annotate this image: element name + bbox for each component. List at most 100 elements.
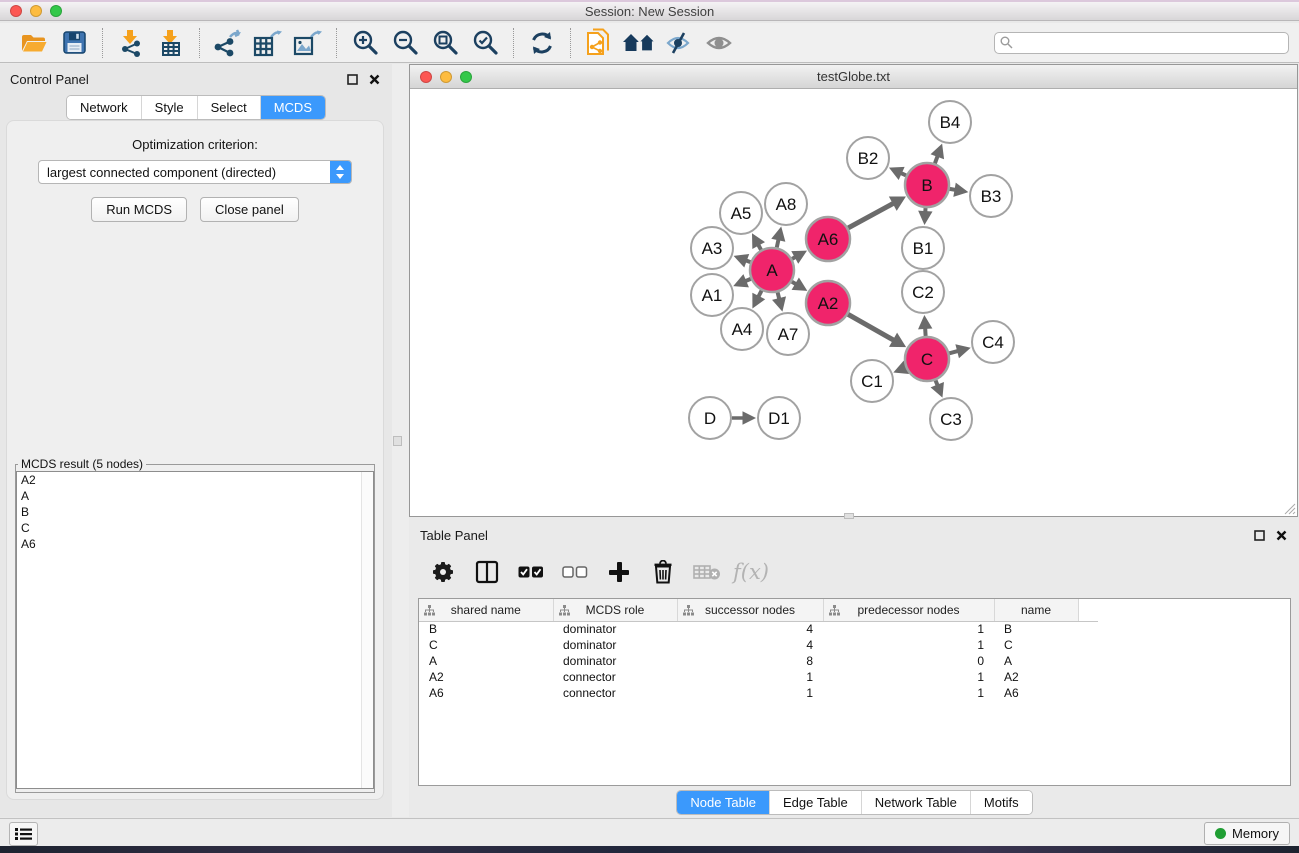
graph-node-A3[interactable]: A3 <box>691 227 733 269</box>
table-tab-edge-table[interactable]: Edge Table <box>769 791 861 814</box>
table-float-button[interactable] <box>1251 527 1267 543</box>
function-builder-button[interactable]: f(x) <box>734 556 768 588</box>
table-cell[interactable]: connector <box>553 685 677 701</box>
close-panel-button[interactable] <box>366 71 382 87</box>
zoom-out-button[interactable] <box>385 26 425 60</box>
mcds-result-item[interactable]: C <box>17 520 373 536</box>
node-table[interactable]: shared nameMCDS rolesuccessor nodesprede… <box>419 599 1098 701</box>
memory-button[interactable]: Memory <box>1204 822 1290 845</box>
minimize-window-button[interactable] <box>30 5 42 17</box>
column-header-MCDS-role[interactable]: MCDS role <box>553 599 677 621</box>
table-cell[interactable]: A2 <box>994 669 1078 685</box>
graph-node-B3[interactable]: B3 <box>970 175 1012 217</box>
table-cell[interactable]: dominator <box>553 637 677 653</box>
task-history-button[interactable] <box>9 822 38 846</box>
table-cell[interactable]: 1 <box>823 621 994 637</box>
import-table-button[interactable] <box>151 26 191 60</box>
graph-node-A5[interactable]: A5 <box>720 192 762 234</box>
delete-table-button[interactable] <box>690 556 724 588</box>
table-tab-node-table[interactable]: Node Table <box>677 791 769 814</box>
table-cell[interactable]: connector <box>553 669 677 685</box>
graph-node-C[interactable]: C <box>905 337 949 381</box>
show-all-button[interactable] <box>699 26 739 60</box>
table-row[interactable]: Cdominator41C <box>419 637 1098 653</box>
graph-node-B2[interactable]: B2 <box>847 137 889 179</box>
mcds-result-item[interactable]: A6 <box>17 536 373 552</box>
zoom-in-button[interactable] <box>345 26 385 60</box>
splitter-handle[interactable] <box>393 436 402 446</box>
table-cell[interactable]: 1 <box>823 669 994 685</box>
table-row[interactable]: Adominator80A <box>419 653 1098 669</box>
resize-grip-icon[interactable] <box>1282 501 1296 515</box>
zoom-window-button[interactable] <box>50 5 62 17</box>
export-network-button[interactable] <box>208 26 248 60</box>
close-window-button[interactable] <box>10 5 22 17</box>
zoom-selected-button[interactable] <box>465 26 505 60</box>
table-settings-button[interactable] <box>426 556 460 588</box>
mcds-result-item[interactable]: B <box>17 504 373 520</box>
table-cell[interactable]: 0 <box>823 653 994 669</box>
network-view-titlebar[interactable]: testGlobe.txt <box>410 65 1297 89</box>
mcds-result-list[interactable]: A2ABCA6 <box>16 471 374 789</box>
graph-node-C2[interactable]: C2 <box>902 271 944 313</box>
table-row[interactable]: A2connector11A2 <box>419 669 1098 685</box>
table-cell[interactable]: A <box>419 653 553 669</box>
graph-node-C1[interactable]: C1 <box>851 360 893 402</box>
table-row[interactable]: A6connector11A6 <box>419 685 1098 701</box>
graph-node-A4[interactable]: A4 <box>721 308 763 350</box>
table-row[interactable]: Bdominator41B <box>419 621 1098 637</box>
graph-node-B[interactable]: B <box>905 163 949 207</box>
graph-node-D1[interactable]: D1 <box>758 397 800 439</box>
table-cell[interactable]: A6 <box>994 685 1078 701</box>
column-header-predecessor-nodes[interactable]: predecessor nodes <box>823 599 994 621</box>
apply-layout-button[interactable] <box>522 26 562 60</box>
table-cell[interactable]: C <box>419 637 553 653</box>
frame-close-button[interactable] <box>420 71 432 83</box>
table-tab-motifs[interactable]: Motifs <box>970 791 1032 814</box>
table-cell[interactable]: 8 <box>677 653 823 669</box>
search-input[interactable] <box>994 32 1289 54</box>
mcds-result-item[interactable]: A <box>17 488 373 504</box>
first-neighbors-button[interactable] <box>619 26 659 60</box>
graph-node-C3[interactable]: C3 <box>930 398 972 440</box>
table-cell[interactable]: C <box>994 637 1078 653</box>
column-header-name[interactable]: name <box>994 599 1078 621</box>
table-close-button[interactable] <box>1273 527 1289 543</box>
table-cell[interactable]: B <box>994 621 1078 637</box>
network-canvas[interactable]: AA1A3A5A8A4A7A6A2BB2B4B3B1CC2C4C1C3DD1 <box>410 89 1297 516</box>
tab-style[interactable]: Style <box>141 96 197 119</box>
graph-edge-A6-B[interactable] <box>848 203 894 228</box>
graph-node-A[interactable]: A <box>750 248 794 292</box>
close-panel-action-button[interactable]: Close panel <box>200 197 299 222</box>
graph-node-C4[interactable]: C4 <box>972 321 1014 363</box>
table-cell[interactable]: A6 <box>419 685 553 701</box>
graph-node-A7[interactable]: A7 <box>767 313 809 355</box>
mcds-result-item[interactable]: A2 <box>17 472 373 488</box>
export-table-button[interactable] <box>248 26 288 60</box>
tab-network[interactable]: Network <box>67 96 141 119</box>
vertical-splitter[interactable] <box>392 64 409 817</box>
table-cell[interactable]: 1 <box>677 669 823 685</box>
frame-zoom-button[interactable] <box>460 71 472 83</box>
optimization-select[interactable]: largest connected component (directed) <box>38 160 352 184</box>
horizontal-splitter-handle[interactable] <box>844 513 854 519</box>
network-file-button[interactable] <box>579 26 619 60</box>
tab-select[interactable]: Select <box>197 96 260 119</box>
open-session-button[interactable] <box>14 26 54 60</box>
select-all-columns-button[interactable] <box>514 556 548 588</box>
save-session-button[interactable] <box>54 26 94 60</box>
table-cell[interactable]: 1 <box>677 685 823 701</box>
graph-node-A8[interactable]: A8 <box>765 183 807 225</box>
table-cell[interactable]: dominator <box>553 653 677 669</box>
tab-mcds[interactable]: MCDS <box>260 96 325 119</box>
graph-node-B4[interactable]: B4 <box>929 101 971 143</box>
graph-node-D[interactable]: D <box>689 397 731 439</box>
zoom-fit-button[interactable] <box>425 26 465 60</box>
delete-column-button[interactable] <box>646 556 680 588</box>
scrollbar-track[interactable] <box>361 472 373 788</box>
graph-node-A1[interactable]: A1 <box>691 274 733 316</box>
table-cell[interactable]: 4 <box>677 621 823 637</box>
table-cell[interactable]: A <box>994 653 1078 669</box>
graph-node-A6[interactable]: A6 <box>806 217 850 261</box>
table-cell[interactable]: A2 <box>419 669 553 685</box>
